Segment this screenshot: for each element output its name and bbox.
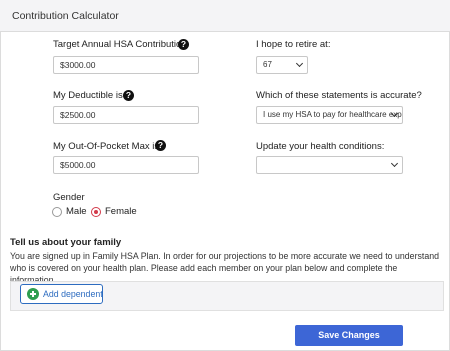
out-of-pocket-help-icon[interactable]: ? xyxy=(155,140,166,151)
save-changes-button[interactable]: Save Changes xyxy=(295,325,403,346)
chevron-down-icon xyxy=(390,159,399,168)
out-of-pocket-input[interactable]: $5000.00 xyxy=(53,156,199,174)
retire-age-label: I hope to retire at: xyxy=(256,39,331,50)
gender-label: Gender xyxy=(53,192,85,203)
health-conditions-label: Update your health conditions: xyxy=(256,141,385,152)
deductible-input[interactable]: $2500.00 xyxy=(53,106,199,124)
chevron-down-icon xyxy=(295,59,304,68)
panel-header: Contribution Calculator xyxy=(0,0,450,32)
add-circle-icon xyxy=(27,288,39,300)
deductible-help-icon[interactable]: ? xyxy=(123,90,134,101)
retire-age-select[interactable]: 67 xyxy=(256,56,308,74)
gender-female-label[interactable]: Female xyxy=(105,206,137,217)
statements-select[interactable]: I use my HSA to pay for healthcare exp xyxy=(256,106,403,124)
panel-title: Contribution Calculator xyxy=(12,10,119,22)
gender-female-radio[interactable] xyxy=(91,207,101,217)
health-conditions-select[interactable] xyxy=(256,156,403,174)
retire-age-value: 67 xyxy=(263,60,272,69)
family-section-title: Tell us about your family xyxy=(10,237,122,248)
target-contribution-input[interactable]: $3000.00 xyxy=(53,56,199,74)
target-contribution-help-icon[interactable]: ? xyxy=(178,39,189,50)
deductible-label: My Deductible is: xyxy=(53,90,126,101)
statements-value: I use my HSA to pay for healthcare exp xyxy=(263,110,402,119)
statements-label: Which of these statements is accurate? xyxy=(256,90,422,101)
out-of-pocket-label: My Out-Of-Pocket Max is: xyxy=(53,141,162,152)
gender-male-label[interactable]: Male xyxy=(66,206,87,217)
gender-male-radio[interactable] xyxy=(52,207,62,217)
add-dependent-button[interactable]: Add dependent xyxy=(20,284,103,304)
target-contribution-label: Target Annual HSA Contribution: xyxy=(53,39,190,50)
add-dependent-label: Add dependent xyxy=(43,289,103,299)
